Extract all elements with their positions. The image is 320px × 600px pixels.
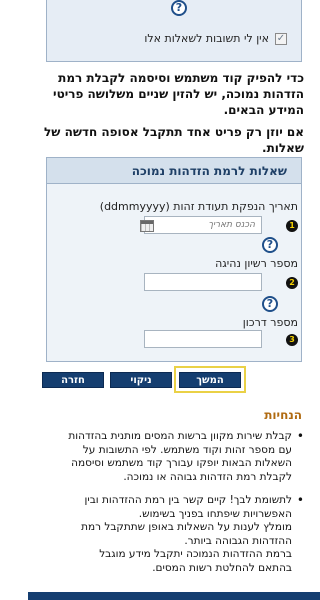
checkbox-checked-icon[interactable]: ✓ [275, 32, 287, 45]
field-label-passport: מספר דרכון [242, 316, 298, 329]
help-icon[interactable]: ? [262, 296, 278, 312]
number-badge-1: 1 [286, 220, 298, 232]
back-button[interactable]: חזרה [42, 372, 104, 388]
footer-bar [28, 592, 320, 600]
field-label-id-issue-date: תאריך הנפקת תעודת זהות (ddmmyyyy) [99, 200, 298, 213]
panel-title: שאלות לרמת הזדהות נמוכה [47, 158, 301, 184]
previous-questions-panel: ? ✓ אין לי תשובות לשאלות אלו [46, 0, 302, 62]
no-answers-label: אין לי תשובות לשאלות אלו [144, 32, 269, 45]
clear-button[interactable]: ניקוי [110, 372, 172, 388]
number-badge-3: 3 [286, 334, 298, 346]
number-badge-2: 2 [286, 277, 298, 289]
intro-paragraph: כדי להפיק קוד משתמש וסיסמה לקבלת רמת הזד… [53, 71, 304, 117]
drivers-license-input[interactable] [144, 273, 262, 291]
guidelines-list: קבלת שירות מקוון ברשות המסים מותנית בהזד… [44, 430, 306, 585]
passport-input[interactable] [144, 330, 262, 348]
no-answers-checkbox-row[interactable]: ✓ אין לי תשובות לשאלות אלו [144, 32, 287, 45]
id-issue-date-input[interactable] [144, 216, 262, 234]
list-item: לתשומת לבך! קיים קשר בין רמת ההזדהות ובי… [44, 494, 306, 575]
help-icon[interactable]: ? [262, 237, 278, 253]
list-item: קבלת שירות מקוון ברשות המסים מותנית בהזד… [44, 430, 306, 484]
calendar-icon[interactable] [140, 220, 154, 232]
continue-button[interactable]: המשך [179, 372, 241, 388]
guidelines-title: הנחיות [264, 408, 302, 422]
help-icon[interactable]: ? [171, 0, 187, 16]
intro-paragraph-2: אם יוזן רק פריט אחד תתקבל אסופה חדשה של … [44, 125, 304, 155]
field-label-drivers-license: מספר רשיון נהיגה [215, 257, 298, 270]
